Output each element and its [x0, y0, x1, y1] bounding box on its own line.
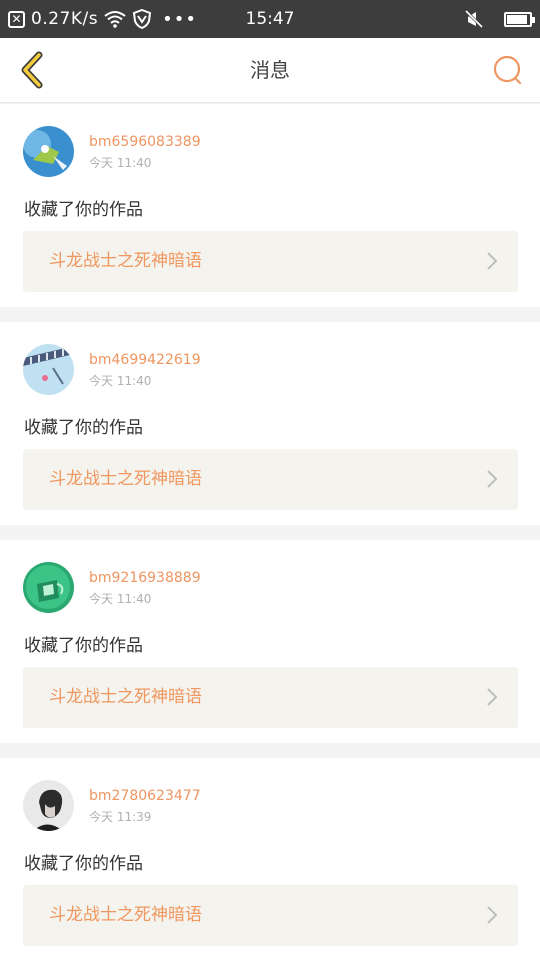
search-icon [493, 55, 522, 85]
work-link[interactable]: 斗龙战士之死神暗语 [23, 449, 518, 510]
chevron-right-icon [487, 906, 498, 924]
chevron-right-icon [487, 252, 498, 270]
status-bar: ✕ 0.27K/s ••• 15:47 [0, 0, 540, 38]
avatar[interactable] [23, 126, 74, 177]
status-bar-right [464, 0, 535, 38]
avatar[interactable] [23, 780, 74, 831]
work-link[interactable]: 斗龙战士之死神暗语 [23, 885, 518, 946]
search-button[interactable] [488, 50, 528, 90]
work-title: 斗龙战士之死神暗语 [49, 469, 202, 489]
notification-card: bm9216938889 今天 11:40 收藏了你的作品 斗龙战士之死神暗语 [0, 540, 540, 743]
battery-level [507, 14, 527, 24]
battery-icon [504, 11, 535, 27]
work-title: 斗龙战士之死神暗语 [49, 905, 202, 925]
notification-card: bm2780623477 今天 11:39 收藏了你的作品 斗龙战士之死神暗语 [0, 758, 540, 960]
username[interactable]: bm2780623477 [89, 788, 201, 804]
status-time: 15:47 [245, 9, 295, 29]
username[interactable]: bm9216938889 [89, 570, 201, 586]
timestamp: 今天 11:40 [89, 156, 152, 170]
chevron-right-icon [487, 688, 498, 706]
chevron-right-icon [487, 470, 498, 488]
username[interactable]: bm6596083389 [89, 134, 201, 150]
back-button[interactable] [12, 50, 52, 90]
action-text: 收藏了你的作品 [24, 636, 143, 656]
timestamp: 今天 11:40 [89, 592, 152, 606]
avatar[interactable] [23, 344, 74, 395]
notification-card: bm4699422619 今天 11:40 收藏了你的作品 斗龙战士之死神暗语 [0, 322, 540, 525]
timestamp: 今天 11:40 [89, 374, 152, 388]
work-title: 斗龙战士之死神暗语 [49, 251, 202, 271]
work-title: 斗龙战士之死神暗语 [49, 687, 202, 707]
app-header: 消息 [0, 38, 540, 103]
work-link[interactable]: 斗龙战士之死神暗语 [23, 667, 518, 728]
notification-list: bm6596083389 今天 11:40 收藏了你的作品 斗龙战士之死神暗语 … [0, 104, 540, 960]
chevron-left-icon [21, 51, 43, 89]
work-link[interactable]: 斗龙战士之死神暗语 [23, 231, 518, 292]
timestamp: 今天 11:39 [89, 810, 152, 824]
username[interactable]: bm4699422619 [89, 352, 201, 368]
page-title: 消息 [250, 58, 290, 82]
action-text: 收藏了你的作品 [24, 418, 143, 438]
avatar[interactable] [23, 562, 74, 613]
mute-icon [464, 9, 484, 29]
action-text: 收藏了你的作品 [24, 854, 143, 874]
notification-card: bm6596083389 今天 11:40 收藏了你的作品 斗龙战士之死神暗语 [0, 104, 540, 307]
action-text: 收藏了你的作品 [24, 200, 143, 220]
